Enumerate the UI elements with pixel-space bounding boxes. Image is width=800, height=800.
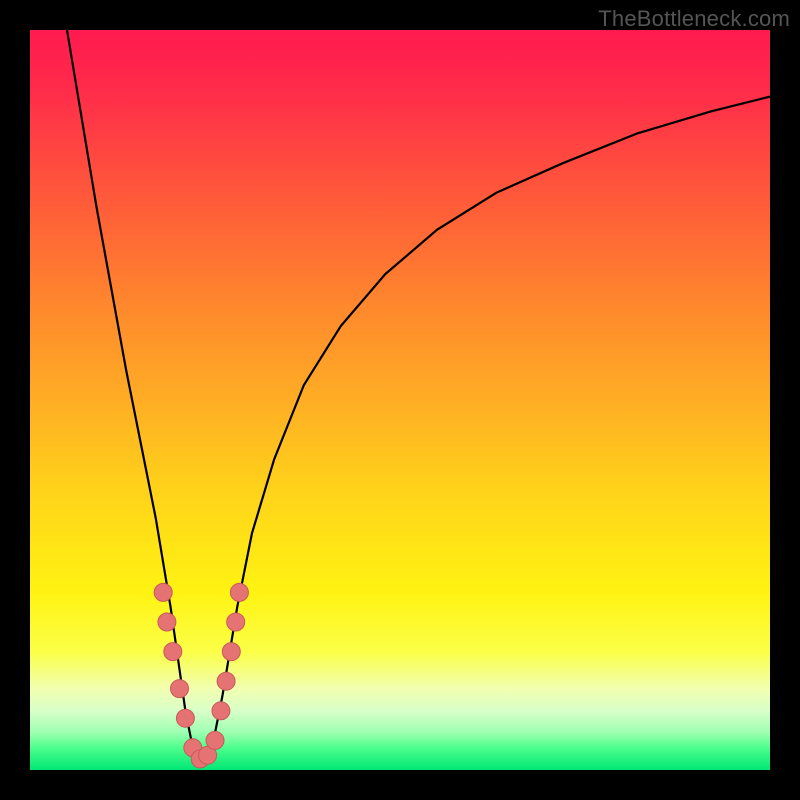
marker-point (230, 583, 248, 601)
marker-point (206, 731, 224, 749)
marker-point (217, 672, 235, 690)
marker-point (222, 643, 240, 661)
chart-frame: TheBottleneck.com (0, 0, 800, 800)
marker-point (171, 680, 189, 698)
marker-point (227, 613, 245, 631)
watermark-text: TheBottleneck.com (598, 6, 790, 32)
marker-point (212, 702, 230, 720)
plot-area (30, 30, 770, 770)
marker-point (158, 613, 176, 631)
chart-svg (30, 30, 770, 770)
marker-point (154, 583, 172, 601)
marker-group (154, 583, 248, 768)
marker-point (164, 643, 182, 661)
marker-point (176, 709, 194, 727)
